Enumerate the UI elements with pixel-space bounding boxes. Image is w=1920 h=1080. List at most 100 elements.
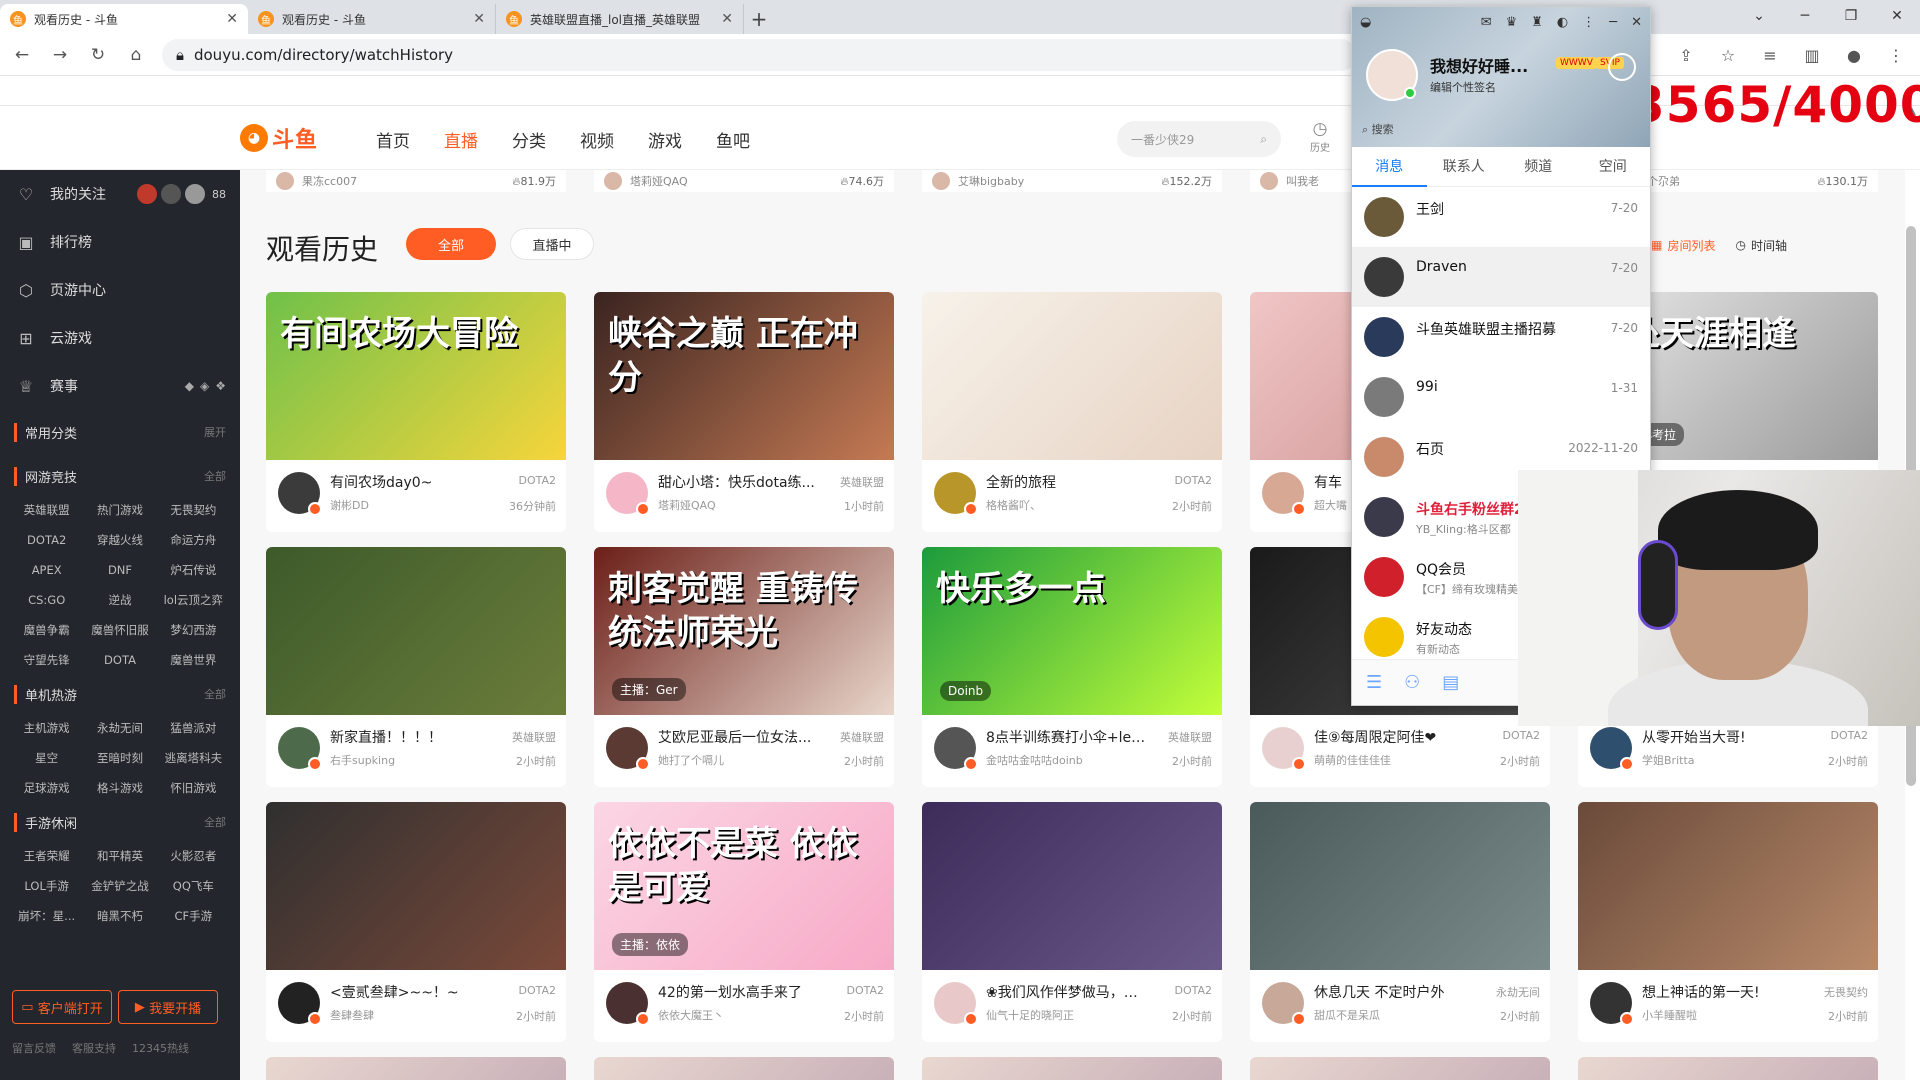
section-more[interactable]: 全部	[204, 814, 226, 830]
category-link[interactable]: APEX	[10, 558, 83, 582]
category-link[interactable]: 无畏契约	[157, 498, 230, 522]
category-link[interactable]: 热门游戏	[83, 498, 156, 522]
history-card[interactable]: 新家直播！！！！ 英雄联盟 右手supking 2小时前	[266, 547, 566, 787]
category-link[interactable]: 格斗游戏	[83, 776, 156, 800]
nav-home[interactable]: 首页	[376, 127, 410, 152]
category-link[interactable]: 炉石传说	[157, 558, 230, 582]
qq-conversation-item[interactable]: 王剑 7-20	[1352, 187, 1650, 247]
filter-live-button[interactable]: 直播中	[510, 228, 594, 260]
stream-title[interactable]: 新家直播！！！！	[330, 727, 490, 747]
section-more[interactable]: 全部	[204, 686, 226, 702]
home-icon[interactable]: ⌂	[120, 39, 152, 71]
stream-title[interactable]: 甜心小塔：快乐dota练...	[658, 472, 818, 492]
history-card[interactable]: 想上神话的第一天! 无畏契约 小羊睡醒啦 2小时前	[1578, 802, 1878, 1042]
sidebar-item-webgame[interactable]: ⬡ 页游中心	[0, 266, 240, 314]
close-icon[interactable]: ✕	[1631, 15, 1642, 30]
qq-conversation-item[interactable]: 斗鱼英雄联盟主播招募 7-20	[1352, 307, 1650, 367]
avatar[interactable]	[1590, 727, 1634, 771]
start-live-button[interactable]: ▶ 我要开播	[118, 990, 218, 1024]
menu-icon[interactable]: ⋮	[1882, 39, 1910, 71]
stream-title[interactable]: 想上神话的第一天!	[1642, 982, 1802, 1002]
nav-games[interactable]: 游戏	[648, 127, 682, 152]
history-card[interactable]: 休息几天 不定时户外 永劫无间 甜瓜不是呆瓜 2小时前	[1250, 802, 1550, 1042]
category-link[interactable]: 魔兽争霸	[10, 618, 83, 642]
hotline-link[interactable]: 12345热线	[132, 1040, 189, 1056]
category-link[interactable]: LOL手游	[10, 874, 83, 898]
category-link[interactable]: 至暗时刻	[83, 746, 156, 770]
history-card[interactable]: 刺客觉醒 重铸传统法师荣光 主播：Ger 艾欧尼亚最后一位女法... 英雄联盟 她打了个…	[594, 547, 894, 787]
category-link[interactable]: 王者荣耀	[10, 844, 83, 868]
stream-thumbnail[interactable]	[922, 292, 1222, 460]
feedback-link[interactable]: 留言反馈	[12, 1040, 56, 1056]
address-bar[interactable]: 🔒︎ douyu.com/directory/watchHistory	[162, 38, 1357, 71]
category-link[interactable]: 星空	[10, 746, 83, 770]
history-card[interactable]: ❀我们风作伴梦做马，追... DOTA2 仙气十足的晓阿正 2小时前	[922, 802, 1222, 1042]
mail-icon[interactable]: ✉	[1481, 15, 1492, 30]
avatar[interactable]	[1590, 982, 1634, 1026]
browser-tab-2[interactable]: 鱼 观看历史 - 斗鱼 ✕	[248, 4, 496, 34]
restore-icon[interactable]: ❐	[1828, 0, 1874, 32]
stream-thumbnail[interactable]	[1250, 802, 1550, 970]
category-link[interactable]: 足球游戏	[10, 776, 83, 800]
category-link[interactable]: 崩坏：星...	[10, 904, 83, 928]
category-link[interactable]: DOTA	[83, 648, 156, 672]
avatar[interactable]	[934, 727, 978, 771]
history-card-peek[interactable]	[922, 1057, 1222, 1080]
bookmark-star-icon[interactable]: ☆	[1714, 39, 1742, 71]
category-link[interactable]: lol云顶之弈	[157, 588, 230, 612]
category-link[interactable]: 主机游戏	[10, 716, 83, 740]
view-timeline-button[interactable]: ◷ 时间轴	[1736, 234, 1788, 256]
search-icon[interactable]: ⌕	[1260, 132, 1267, 147]
stream-title[interactable]: 佳⑨每周限定阿佳❤	[1314, 727, 1474, 747]
category-link[interactable]: 英雄联盟	[10, 498, 83, 522]
sidebar-item-follow[interactable]: ♡ 我的关注 88	[0, 170, 240, 218]
section-more[interactable]: 全部	[204, 468, 226, 484]
list-item[interactable]: 艾琳bigbaby 🔥︎152.2万	[922, 170, 1222, 192]
close-icon[interactable]: ✕	[473, 11, 485, 27]
event-logo-icon[interactable]: ❖	[215, 379, 226, 393]
skin-icon[interactable]: ◐	[1557, 15, 1568, 30]
event-logo-icon[interactable]: ◈	[200, 379, 209, 393]
stream-thumbnail[interactable]: 峡谷之巅 正在冲分	[594, 292, 894, 460]
nav-video[interactable]: 视频	[580, 127, 614, 152]
stream-title[interactable]: 42的第一划水高手来了	[658, 982, 818, 1002]
stream-title[interactable]: 全新的旅程	[986, 472, 1146, 492]
browser-tab-3[interactable]: 鱼 英雄联盟直播_lol直播_英雄联盟 ✕	[496, 4, 744, 34]
game-icon[interactable]: ♜	[1531, 15, 1543, 30]
qq-avatar[interactable]	[1366, 49, 1418, 101]
avatar[interactable]	[1262, 982, 1306, 1026]
history-card[interactable]: 全新的旅程 DOTA2 格格酱吖、 2小时前	[922, 292, 1222, 532]
open-client-button[interactable]: ▭ 客户端打开	[12, 990, 112, 1024]
view-room-list-button[interactable]: ▦ 房间列表	[1651, 234, 1715, 256]
stream-title[interactable]: 艾欧尼亚最后一位女法...	[658, 727, 818, 747]
stream-title[interactable]: 有间农场day0~	[330, 472, 490, 492]
category-link[interactable]: 命运方舟	[157, 528, 230, 552]
share-icon[interactable]: ⇪	[1672, 39, 1700, 71]
profile-icon[interactable]: ●	[1840, 39, 1868, 71]
back-icon[interactable]: ←	[6, 39, 38, 71]
stream-title[interactable]: 休息几天 不定时户外	[1314, 982, 1474, 1002]
category-link[interactable]: CF手游	[157, 904, 230, 928]
avatar[interactable]	[1262, 727, 1306, 771]
sidebar-item-events[interactable]: ♕ 赛事 ◆ ◈ ❖	[0, 362, 240, 410]
stream-thumbnail[interactable]	[266, 802, 566, 970]
close-icon[interactable]: ✕	[226, 11, 238, 27]
side-panel-icon[interactable]: ▥	[1798, 39, 1826, 71]
category-link[interactable]: 怀旧游戏	[157, 776, 230, 800]
category-link[interactable]: 穿越火线	[83, 528, 156, 552]
minimize-icon[interactable]: ─	[1782, 0, 1828, 32]
category-link[interactable]: DNF	[83, 558, 156, 582]
history-card-peek[interactable]	[594, 1057, 894, 1080]
avatar[interactable]	[278, 472, 322, 516]
qq-conversation-item[interactable]: Draven 7-20	[1352, 247, 1650, 307]
history-card-peek[interactable]	[1578, 1057, 1878, 1080]
avatar[interactable]	[934, 472, 978, 516]
avatar[interactable]	[278, 727, 322, 771]
list-item[interactable]: 塔莉娅QAQ 🔥︎74.6万	[594, 170, 894, 192]
category-link[interactable]: 守望先锋	[10, 648, 83, 672]
category-link[interactable]: 暗黑不朽	[83, 904, 156, 928]
category-link[interactable]: 逃离塔科夫	[157, 746, 230, 770]
section-expand[interactable]: 展开	[204, 424, 226, 440]
nav-yuba[interactable]: 鱼吧	[716, 127, 750, 152]
qq-search-input[interactable]: ⌕ 搜索	[1362, 121, 1394, 137]
